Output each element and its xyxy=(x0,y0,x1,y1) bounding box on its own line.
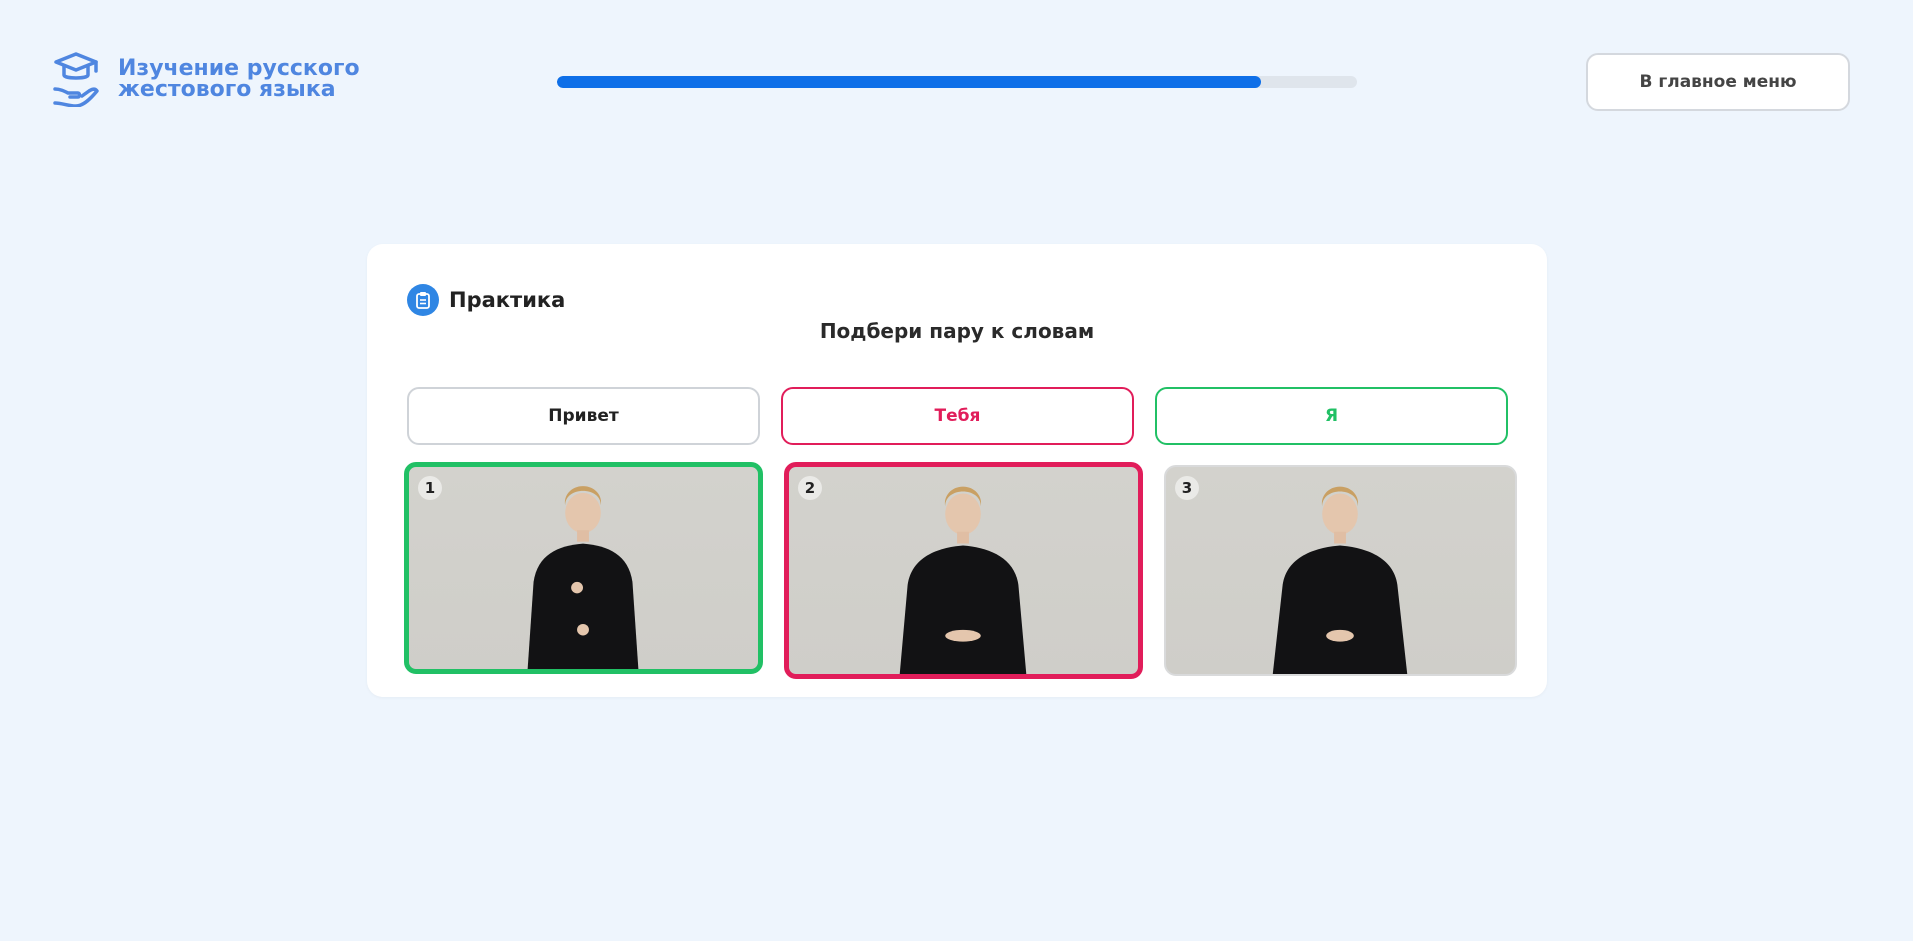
video-tile-2[interactable]: 2 xyxy=(784,462,1143,679)
video-tile-3[interactable]: 3 xyxy=(1164,465,1517,676)
card-header: Практика xyxy=(407,284,565,316)
video-options: 1 2 3 xyxy=(404,462,1517,679)
clipboard-icon xyxy=(407,284,439,316)
signer-video-frame xyxy=(527,486,639,669)
logo[interactable]: Изучение русского жестового языка xyxy=(52,51,360,107)
lesson-progress-bar xyxy=(557,76,1357,88)
video-tile-1[interactable]: 1 xyxy=(404,462,763,674)
video-number: 2 xyxy=(798,476,822,500)
word-option-1[interactable]: Привет xyxy=(407,387,760,445)
video-number: 3 xyxy=(1175,476,1199,500)
graduation-cap-hand-icon xyxy=(53,52,99,107)
video-number: 1 xyxy=(418,476,442,500)
practice-card: Практика Подбери пару к словам Привет Те… xyxy=(367,244,1547,697)
signer-video-frame xyxy=(899,486,1027,674)
word-option-2[interactable]: Тебя xyxy=(781,387,1134,445)
logo-text: Изучение русского жестового языка xyxy=(118,56,360,102)
word-options: Привет Тебя Я xyxy=(407,387,1508,445)
word-option-3[interactable]: Я xyxy=(1155,387,1508,445)
lesson-progress-fill xyxy=(557,76,1261,88)
signer-video-frame xyxy=(1272,486,1408,674)
main-menu-button[interactable]: В главное меню xyxy=(1586,53,1850,111)
card-title: Практика xyxy=(449,288,566,312)
task-instruction: Подбери пару к словам xyxy=(819,319,1095,343)
